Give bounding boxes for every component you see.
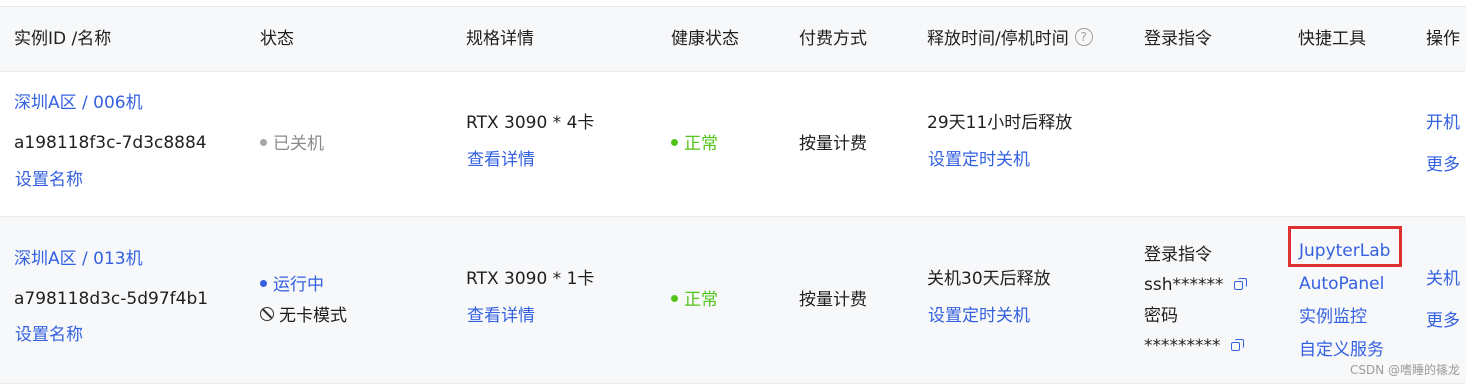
spec-detail-link[interactable]: 查看详情 [467,149,535,171]
table-header: 实例ID /名称 状态 规格详情 健康状态 付费方式 释放时间/停机时间? 登录… [0,6,1466,72]
login-command: ssh****** [1144,274,1247,296]
power-off-button[interactable]: 关机 [1426,268,1460,290]
login-command-value: ssh****** [1144,275,1224,295]
status-badge: 已关机 [260,133,324,155]
health-text: 正常 [684,134,718,154]
status-badge: 运行中 [260,274,324,296]
release-text: 关机30天后释放 [927,269,1051,289]
col-header-tools: 快捷工具 [1298,29,1366,49]
col-header-release-label: 释放时间/停机时间 [927,29,1069,49]
health-dot [671,294,678,302]
custom-service-link[interactable]: 自定义服务 [1299,339,1384,361]
status-text: 运行中 [273,275,324,295]
table-row: 深圳A区 / 013机 a798118d3c-5d97f4b1 设置名称 运行中… [0,216,1466,384]
col-header-login: 登录指令 [1144,29,1212,49]
more-button[interactable]: 更多 [1426,310,1460,332]
copy-icon[interactable] [1230,339,1244,351]
spec-text: RTX 3090 * 4卡 [466,113,595,133]
password: ********* [1144,335,1244,357]
set-name-link[interactable]: 设置名称 [15,169,83,191]
help-icon[interactable]: ? [1074,28,1093,46]
spec-text: RTX 3090 * 1卡 [466,269,595,289]
no-gpu-mode-text: 无卡模式 [279,306,347,326]
instance-region-link[interactable]: 深圳A区 / 013机 [14,248,143,270]
ban-icon [260,307,274,321]
status-dot [260,279,267,287]
table-row: 深圳A区 / 006机 a198118f3c-7d3c8884 设置名称 已关机… [0,71,1466,217]
release-text: 29天11小时后释放 [927,113,1073,133]
health-dot [671,138,678,146]
col-header-billing: 付费方式 [799,29,867,49]
copy-icon[interactable] [1233,278,1247,290]
health-text: 正常 [684,290,718,310]
spec-detail-link[interactable]: 查看详情 [467,305,535,327]
instance-id: a198118f3c-7d3c8884 [14,133,207,153]
billing-text: 按量计费 [799,290,867,310]
instance-region-link[interactable]: 深圳A区 / 006机 [14,92,143,114]
status-dot [260,138,267,146]
col-header-health: 健康状态 [671,29,739,49]
col-header-release: 释放时间/停机时间? [927,28,1093,50]
instance-monitor-link[interactable]: 实例监控 [1299,306,1367,328]
col-header-ops: 操作 [1426,29,1460,49]
instance-id: a798118d3c-5d97f4b1 [14,289,209,309]
password-value: ********* [1144,336,1221,356]
billing-text: 按量计费 [799,134,867,154]
col-header-spec: 规格详情 [466,29,534,49]
password-label: 密码 [1144,306,1178,326]
more-button[interactable]: 更多 [1426,154,1460,176]
health-status: 正常 [671,289,718,311]
col-header-status: 状态 [260,29,294,49]
watermark: CSDN @嗜睡的篠龙 [1349,363,1460,377]
status-text: 已关机 [273,134,324,154]
set-shutdown-link[interactable]: 设置定时关机 [928,149,1030,171]
set-shutdown-link[interactable]: 设置定时关机 [928,305,1030,327]
set-name-link[interactable]: 设置名称 [15,324,83,346]
power-on-button[interactable]: 开机 [1426,112,1460,134]
highlight-box [1288,226,1402,267]
autopanel-link[interactable]: AutoPanel [1299,273,1384,295]
health-status: 正常 [671,133,718,155]
no-gpu-mode: 无卡模式 [260,305,347,327]
login-command-label: 登录指令 [1144,245,1212,265]
col-header-id: 实例ID /名称 [14,29,112,49]
